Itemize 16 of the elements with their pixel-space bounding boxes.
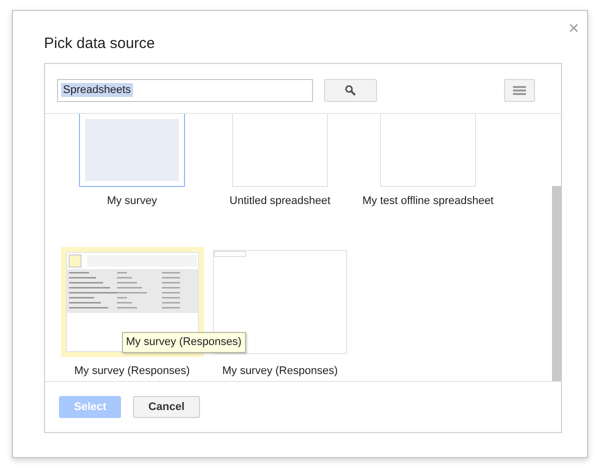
file-name[interactable]: My survey (Responses) <box>74 362 190 379</box>
search-button[interactable] <box>324 79 377 102</box>
sheet-tab-icon <box>214 250 246 256</box>
list-icon <box>513 86 526 95</box>
file-name[interactable]: My survey <box>106 193 158 210</box>
document-thumbnail[interactable] <box>79 114 185 187</box>
file-name[interactable]: Untitled spreadsheet <box>230 193 330 210</box>
scrollbar-thumb[interactable] <box>552 186 561 381</box>
search-icon <box>345 85 356 96</box>
search-field[interactable]: Spreadsheets <box>57 79 313 102</box>
file-name[interactable]: My survey (Responses) <box>222 362 338 379</box>
file-name[interactable]: My test offline spreadsheet <box>362 193 494 210</box>
tooltip: My survey (Responses) <box>122 332 246 352</box>
cancel-button[interactable]: Cancel <box>133 396 200 418</box>
dialog-title: Pick data source <box>43 34 155 54</box>
list-view-button[interactable] <box>504 79 535 102</box>
